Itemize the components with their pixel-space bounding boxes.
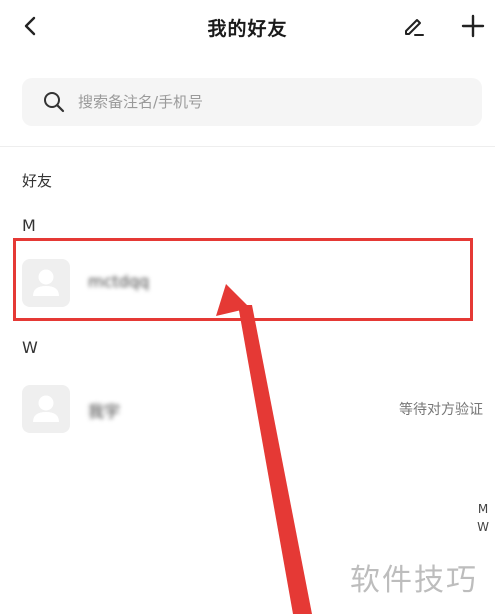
friends-page: 我的好友 好友 M xyxy=(0,0,495,614)
search-input[interactable] xyxy=(76,92,440,112)
plus-icon xyxy=(461,14,485,38)
search-bar[interactable] xyxy=(22,78,482,126)
list-item[interactable]: 我宇 等待对方验证 xyxy=(0,374,495,444)
edit-button[interactable] xyxy=(400,12,428,40)
divider xyxy=(0,146,495,147)
pencil-icon xyxy=(405,19,424,36)
contact-name: 我宇 xyxy=(88,402,121,421)
watermark-text: 软件技巧 xyxy=(350,563,478,598)
group-letter-w: W xyxy=(22,338,38,357)
index-letter-m[interactable]: M xyxy=(476,500,490,518)
highlight-box xyxy=(13,238,473,321)
index-letter-w[interactable]: W xyxy=(476,518,490,536)
arrow-shaft xyxy=(238,305,312,614)
group-letter-m: M xyxy=(22,216,36,235)
person-icon xyxy=(33,395,59,422)
search-icon xyxy=(42,90,66,114)
status-text: 等待对方验证 xyxy=(399,402,483,418)
alphabet-index-bar[interactable]: M W xyxy=(476,500,490,536)
top-bar: 我的好友 xyxy=(0,0,495,56)
section-label-friends: 好友 xyxy=(22,172,53,190)
avatar xyxy=(22,385,70,433)
add-friend-button[interactable] xyxy=(458,11,488,41)
